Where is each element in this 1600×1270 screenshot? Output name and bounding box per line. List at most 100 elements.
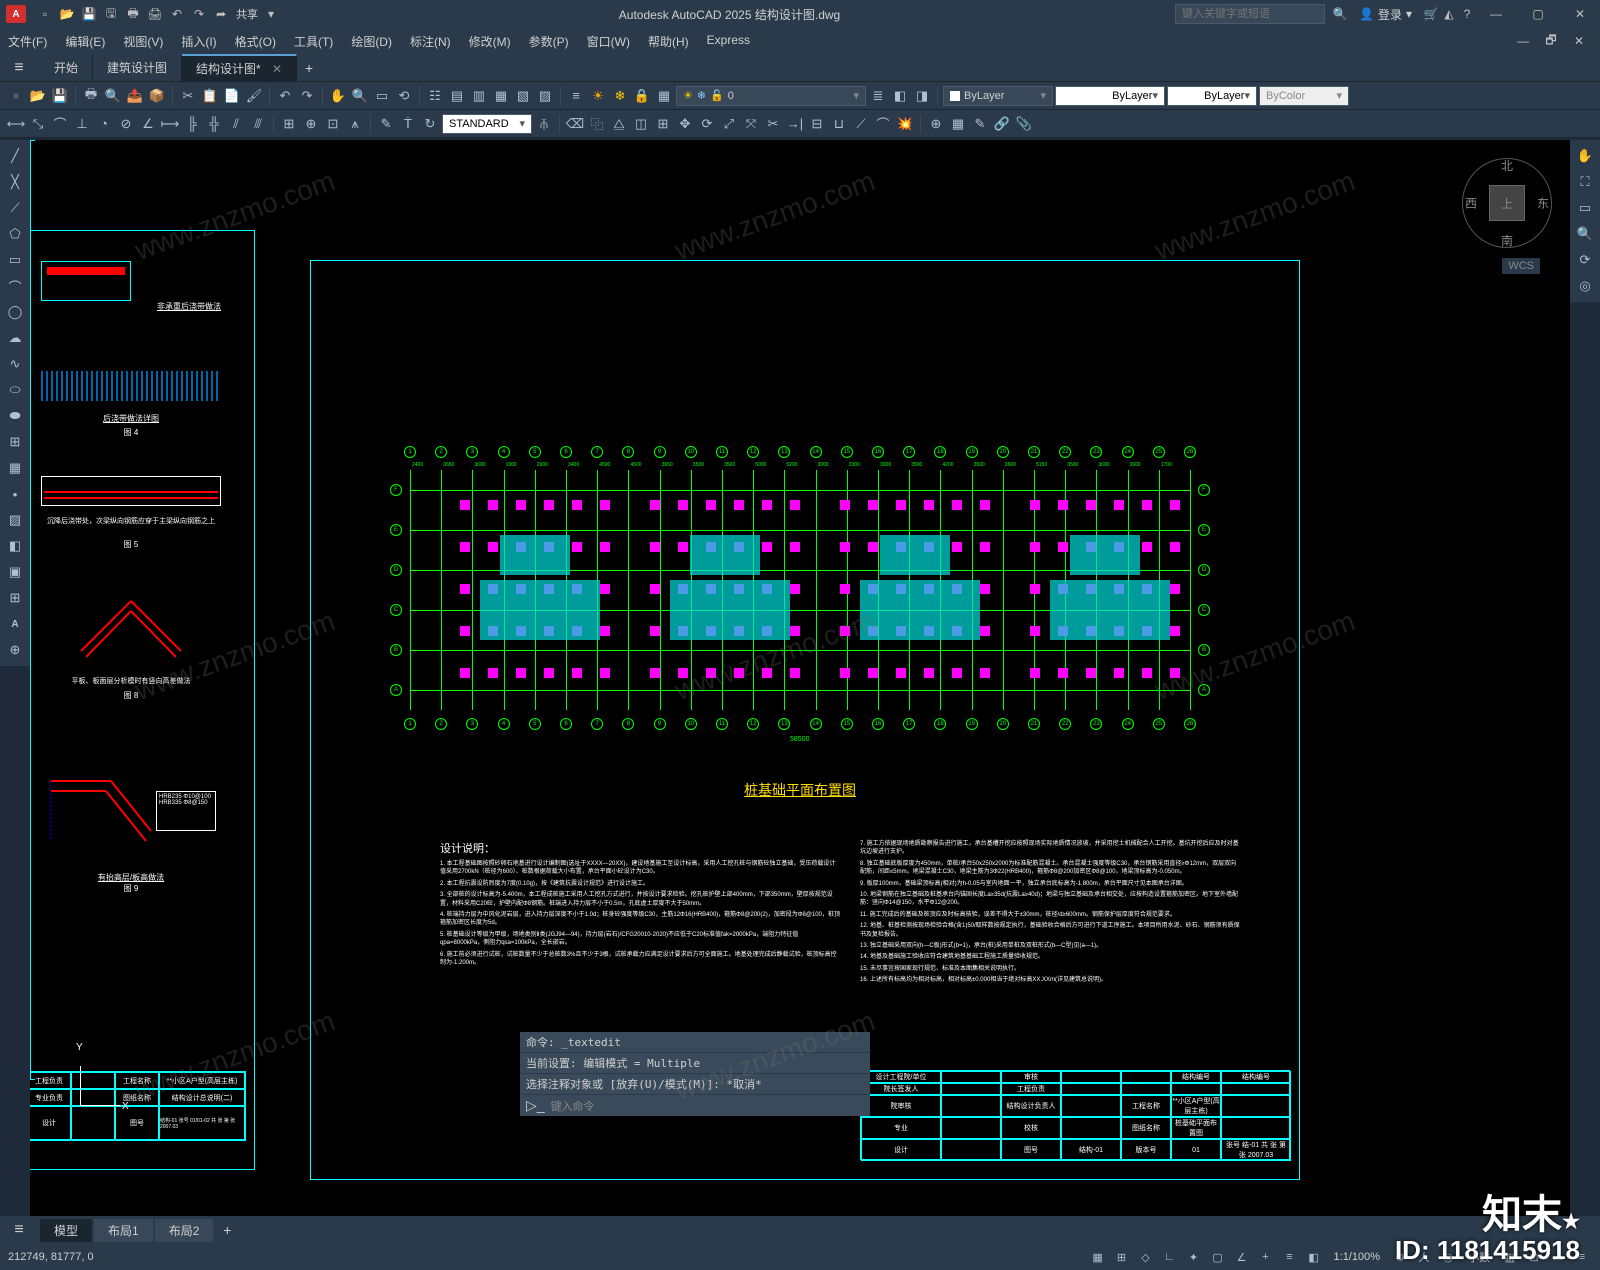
viewcube-top[interactable]: 上	[1489, 185, 1525, 221]
tb-undo-icon[interactable]: ↶	[275, 86, 295, 106]
tb-xref-icon[interactable]: 🔗	[992, 114, 1012, 134]
tb-dimali-icon[interactable]: ⤡	[28, 114, 48, 134]
tool-point-icon[interactable]: •	[2, 482, 28, 506]
login-button[interactable]: 👤 登录 ▾	[1359, 6, 1412, 23]
sb-osnap-icon[interactable]: ▢	[1208, 1247, 1228, 1267]
tb-pan-icon[interactable]: ✋	[328, 86, 348, 106]
tool-ellipse-icon[interactable]: ⬭	[2, 378, 28, 402]
qat-new-icon[interactable]: ▫	[36, 5, 54, 23]
qat-save-icon[interactable]: 💾	[80, 5, 98, 23]
tb-cen-icon[interactable]: ⊕	[301, 114, 321, 134]
tb-dimbas-icon[interactable]: ╠	[182, 114, 202, 134]
dimstyle-dropdown[interactable]: STANDARD▾	[442, 114, 532, 134]
qat-share-icon[interactable]: ➦	[212, 5, 230, 23]
tb-dimrad-icon[interactable]: ◔	[94, 114, 114, 134]
drawing-canvas[interactable]: 北 南 东 西 上 WCS 非承重后浇带做法 后浇带做法详图 图 4 沉降后浇带…	[30, 140, 1570, 1216]
tab-close-icon[interactable]: ✕	[272, 62, 282, 76]
close-button[interactable]: ✕	[1560, 1, 1600, 27]
tab-arch[interactable]: 建筑设计图	[93, 55, 182, 80]
tb-zoomwin-icon[interactable]: ▭	[372, 86, 392, 106]
cmd-input-row[interactable]: ▷_ 键入命令	[520, 1095, 870, 1116]
menu-param[interactable]: 参数(P)	[529, 33, 569, 50]
tool-spline-icon[interactable]: ∿	[2, 352, 28, 376]
menu-view[interactable]: 视图(V)	[123, 33, 163, 50]
tb-layprev-icon[interactable]: ◨	[912, 86, 932, 106]
qat-dropdown-icon[interactable]: ▾	[262, 5, 280, 23]
tab-struct[interactable]: 结构设计图* ✕	[182, 54, 297, 81]
doc-close-button[interactable]: ✕	[1566, 28, 1592, 54]
app-icon[interactable]: A	[6, 5, 26, 23]
menu-tools[interactable]: 工具(T)	[294, 33, 333, 50]
sb-scale[interactable]: 1:1/100%	[1334, 1251, 1380, 1263]
tb-dimstyle-icon[interactable]: ⫚	[534, 114, 554, 134]
tb-offset-icon[interactable]: ◫	[631, 114, 651, 134]
sb-lwt-icon[interactable]: ≡	[1280, 1247, 1300, 1267]
tool-mtext-icon[interactable]: A	[2, 612, 28, 636]
hamburger-icon[interactable]: ≡	[6, 57, 32, 79]
tool-pline-icon[interactable]: ⟋	[2, 196, 28, 220]
tb-copy-icon[interactable]: 📋	[200, 86, 220, 106]
tool-ellarc-icon[interactable]: ⬬	[2, 404, 28, 428]
tab-add-button[interactable]: +	[297, 60, 321, 76]
qat-redo-icon[interactable]: ↷	[190, 5, 208, 23]
tb-markup-icon[interactable]: ▧	[513, 86, 533, 106]
nav-zoom-window-icon[interactable]: ▭	[1572, 196, 1598, 220]
lineweight-dropdown[interactable]: ByLayer▾	[1167, 86, 1257, 106]
tb-dimord-icon[interactable]: ⊥	[72, 114, 92, 134]
tool-circle-icon[interactable]: ◯	[2, 300, 28, 324]
tb-explode-icon[interactable]: 💥	[895, 114, 915, 134]
tb-rotate-icon[interactable]: ⟳	[697, 114, 717, 134]
wcs-badge[interactable]: WCS	[1502, 258, 1540, 274]
tb-laymcur-icon[interactable]: ◧	[890, 86, 910, 106]
viewcube-s[interactable]: 南	[1501, 232, 1513, 249]
tool-table-icon[interactable]: ⊞	[2, 586, 28, 610]
tool-gradient-icon[interactable]: ◧	[2, 534, 28, 558]
nav-zoom-extents-icon[interactable]: ⛶	[1572, 170, 1598, 194]
tb-move-icon[interactable]: ✥	[675, 114, 695, 134]
tb-insert-icon[interactable]: ⊕	[926, 114, 946, 134]
tb-bedit-icon[interactable]: ✎	[970, 114, 990, 134]
tb-dimarc-icon[interactable]: ⌒	[50, 114, 70, 134]
tool-addsel-icon[interactable]: ⊕	[2, 638, 28, 662]
tool-revcloud-icon[interactable]: ☁	[2, 326, 28, 350]
sb-polar-icon[interactable]: ✦	[1184, 1247, 1204, 1267]
tb-dimspc-icon[interactable]: ⫽	[226, 114, 246, 134]
maximize-button[interactable]: ▢	[1518, 1, 1558, 27]
tb-dc-icon[interactable]: ▤	[447, 86, 467, 106]
tab-layout1[interactable]: 布局1	[94, 1219, 153, 1242]
tab-model[interactable]: 模型	[40, 1219, 92, 1242]
sb-snap-icon[interactable]: ◇	[1136, 1247, 1156, 1267]
tb-trim-icon[interactable]: ✂	[763, 114, 783, 134]
tb-fillet-icon[interactable]: ⌒	[873, 114, 893, 134]
tb-join-icon[interactable]: ⊔	[829, 114, 849, 134]
layer-dropdown[interactable]: ☀❄🔓 0 ▾	[676, 86, 866, 106]
viewcube[interactable]: 北 南 东 西 上	[1462, 158, 1552, 248]
search-icon[interactable]: 🔍	[1331, 5, 1349, 23]
tb-array-icon[interactable]: ⊞	[653, 114, 673, 134]
color-dropdown[interactable]: ByLayer▾	[943, 86, 1053, 106]
tb-chamfer-icon[interactable]: ⟋	[851, 114, 871, 134]
doc-restore-button[interactable]: 🗗	[1538, 28, 1564, 54]
tb-ssm-icon[interactable]: ▦	[491, 86, 511, 106]
tb-props-icon[interactable]: ☷	[425, 86, 445, 106]
tb-laylock-icon[interactable]: 🔒	[632, 86, 652, 106]
tb-layfreeze-icon[interactable]: ❄	[610, 86, 630, 106]
layout-menu-icon[interactable]: ≡	[6, 1219, 32, 1241]
tb-dimtedit-icon[interactable]: Ṫ	[398, 114, 418, 134]
tb-stretch-icon[interactable]: ⤧	[741, 114, 761, 134]
tool-arc-icon[interactable]: ⌒	[2, 274, 28, 298]
menu-edit[interactable]: 编辑(E)	[65, 33, 105, 50]
tool-line-icon[interactable]: ╱	[2, 144, 28, 168]
sb-dyn-icon[interactable]: +	[1256, 1247, 1276, 1267]
viewcube-w[interactable]: 西	[1465, 195, 1477, 212]
tb-erase-icon[interactable]: ⌫	[565, 114, 585, 134]
menu-modify[interactable]: 修改(M)	[469, 33, 511, 50]
linetype-dropdown[interactable]: ByLayer▾	[1055, 86, 1165, 106]
tb-dimqui-icon[interactable]: ⟼	[160, 114, 180, 134]
tool-rect-icon[interactable]: ▭	[2, 248, 28, 272]
tb-dimang-icon[interactable]: ∠	[138, 114, 158, 134]
tb-open-icon[interactable]: 📂	[28, 86, 48, 106]
tb-jog-icon[interactable]: ⩚	[345, 114, 365, 134]
tab-start[interactable]: 开始	[40, 55, 93, 80]
tb-layeriso-icon[interactable]: ☀	[588, 86, 608, 106]
